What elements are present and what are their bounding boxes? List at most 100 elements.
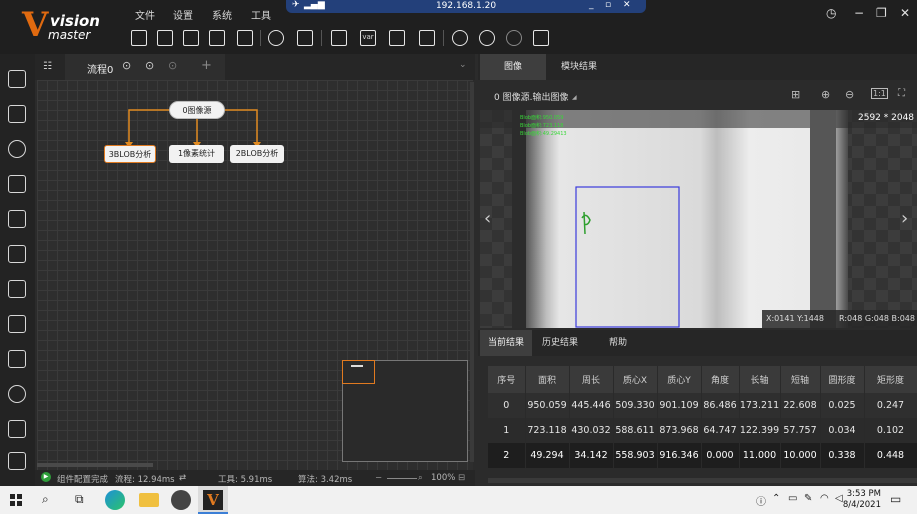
minimap-viewport[interactable] <box>342 360 375 384</box>
tab-image[interactable]: 图像 <box>480 54 546 80</box>
loop-process-icon[interactable]: ⊙ <box>145 59 154 72</box>
script-icon[interactable] <box>331 30 347 46</box>
stop-icon[interactable] <box>506 30 522 46</box>
process-tree-icon[interactable]: ☷ <box>43 61 52 72</box>
restore-icon[interactable]: ❐ <box>876 6 887 20</box>
menu-system[interactable]: 系统 <box>212 7 232 22</box>
zoom-slider[interactable] <box>387 478 417 479</box>
add-process-icon[interactable]: + <box>201 58 212 73</box>
fit-view-icon[interactable]: ⊟ <box>458 473 465 483</box>
swap-icon[interactable]: ⇄ <box>179 473 186 483</box>
undo-icon[interactable] <box>183 30 199 46</box>
image-source-select[interactable]: 0 图像源.输出图像 <box>494 90 568 103</box>
calibrate-icon[interactable] <box>8 245 26 263</box>
network-icon[interactable]: ▭ <box>788 493 797 504</box>
tray-help-icon[interactable]: ⓘ <box>756 493 766 508</box>
table-row[interactable]: 2 49.294 34.142 558.903 916.346 0.000 11… <box>488 443 917 468</box>
col-header[interactable]: 圆形度 <box>820 366 865 393</box>
taskbar-visionmaster[interactable]: V <box>198 486 228 514</box>
menu-file[interactable]: 文件 <box>135 7 155 22</box>
node-pixel-stats[interactable]: 1像素统计 <box>169 145 224 163</box>
app-owl-icon[interactable] <box>171 490 191 510</box>
tray-expand-icon[interactable]: ⌃ <box>772 493 780 504</box>
run-process-icon[interactable]: ⊙ <box>122 59 131 72</box>
edge-browser-icon[interactable] <box>105 490 125 510</box>
zoom-out-icon[interactable]: − <box>375 473 382 483</box>
image-viewport[interactable]: Blob面积:950.059 Blob面积:723.118 Blob面积:49.… <box>480 110 917 328</box>
grid-icon[interactable]: ⊞ <box>791 88 800 101</box>
tab-help[interactable]: 帮助 <box>588 330 648 356</box>
image-process-icon[interactable] <box>8 315 26 333</box>
defect-icon[interactable] <box>8 385 26 403</box>
color-tool-icon[interactable] <box>8 350 26 368</box>
fullscreen-icon[interactable]: ⛶ <box>898 88 905 99</box>
logic-if-icon[interactable] <box>8 420 26 438</box>
horizontal-scrollbar[interactable] <box>37 463 153 467</box>
align-icon[interactable] <box>8 280 26 298</box>
vertical-scrollbar[interactable] <box>470 82 474 462</box>
tab-history-results[interactable]: 历史结果 <box>532 330 588 356</box>
tab-module-results[interactable]: 模块结果 <box>546 54 612 80</box>
minimize-icon[interactable]: − <box>854 6 864 20</box>
camera-tool-icon[interactable] <box>8 105 26 123</box>
menu-settings[interactable]: 设置 <box>173 7 193 22</box>
code-icon[interactable] <box>419 30 435 46</box>
pen-icon[interactable]: ✎ <box>804 493 812 504</box>
file-explorer-icon[interactable] <box>139 493 159 507</box>
col-header[interactable]: 序号 <box>488 366 526 393</box>
lock-icon[interactable] <box>237 30 253 46</box>
camera-icon[interactable] <box>268 30 284 46</box>
recognize-icon[interactable] <box>8 210 26 228</box>
col-header[interactable]: 周长 <box>569 366 614 393</box>
remote-close-icon[interactable]: ✕ <box>623 0 631 10</box>
calibration-icon[interactable] <box>297 30 313 46</box>
tab-current-results[interactable]: 当前结果 <box>480 330 532 356</box>
communication-icon[interactable] <box>8 452 26 470</box>
table-row[interactable]: 0 950.059 445.446 509.330 901.109 86.486… <box>488 393 917 418</box>
col-header[interactable]: 矩形度 <box>864 366 917 393</box>
chevron-down-icon[interactable]: ⌄ <box>459 60 467 70</box>
zoom-in-image-icon[interactable]: ⊕ <box>821 88 830 101</box>
system-clock[interactable]: 3:53 PM 8/4/2021 <box>843 489 881 511</box>
open-folder-icon[interactable] <box>157 30 173 46</box>
run-loop-icon[interactable] <box>479 30 495 46</box>
zoom-in-icon[interactable]: ⌕ <box>418 473 423 483</box>
node-blob2[interactable]: 2BLOB分析 <box>230 145 284 163</box>
phone-icon[interactable] <box>389 30 405 46</box>
node-blob3[interactable]: 3BLOB分析 <box>104 145 156 163</box>
task-view-icon[interactable]: ⧉ <box>75 492 84 507</box>
previous-image-icon[interactable]: ‹ <box>484 208 491 229</box>
col-header[interactable]: 质心Y <box>657 366 702 393</box>
stop-process-icon[interactable]: ⊙ <box>168 59 177 72</box>
col-header[interactable]: 短轴 <box>780 366 821 393</box>
zoom-out-image-icon[interactable]: ⊖ <box>845 88 854 101</box>
col-header[interactable]: 面积 <box>525 366 570 393</box>
menu-tools[interactable]: 工具 <box>251 7 271 22</box>
refresh-icon[interactable]: ◷ <box>826 6 836 20</box>
flow-config-icon[interactable] <box>533 30 549 46</box>
remote-minimize-icon[interactable]: _ <box>589 0 594 10</box>
dropdown-icon[interactable]: ◢ <box>572 94 577 101</box>
next-image-icon[interactable]: › <box>901 208 908 229</box>
remote-restore-icon[interactable]: ▫ <box>605 0 611 10</box>
variable-icon[interactable]: var <box>360 30 376 46</box>
col-header[interactable]: 长轴 <box>739 366 781 393</box>
search-icon[interactable]: ⌕ <box>42 492 49 507</box>
redo-icon[interactable] <box>209 30 225 46</box>
col-header[interactable]: 质心X <box>613 366 658 393</box>
table-row[interactable]: 1 723.118 430.032 588.611 873.968 64.747… <box>488 418 917 443</box>
col-header[interactable]: 角度 <box>701 366 740 393</box>
wifi-icon[interactable]: ◠ <box>820 493 829 504</box>
actual-size-icon[interactable]: 1:1 <box>871 88 888 99</box>
results-scrollbar[interactable] <box>488 478 917 483</box>
save-icon[interactable] <box>131 30 147 46</box>
locate-icon[interactable] <box>8 140 26 158</box>
image-collect-icon[interactable] <box>8 70 26 88</box>
close-icon[interactable]: ✕ <box>900 6 910 20</box>
windows-start-icon[interactable] <box>10 494 22 506</box>
volume-icon[interactable]: ◁ <box>835 493 843 504</box>
run-once-icon[interactable] <box>452 30 468 46</box>
measure-icon[interactable] <box>8 175 26 193</box>
notifications-icon[interactable]: ▭ <box>890 492 901 506</box>
node-image-source[interactable]: 0图像源 <box>169 101 225 119</box>
